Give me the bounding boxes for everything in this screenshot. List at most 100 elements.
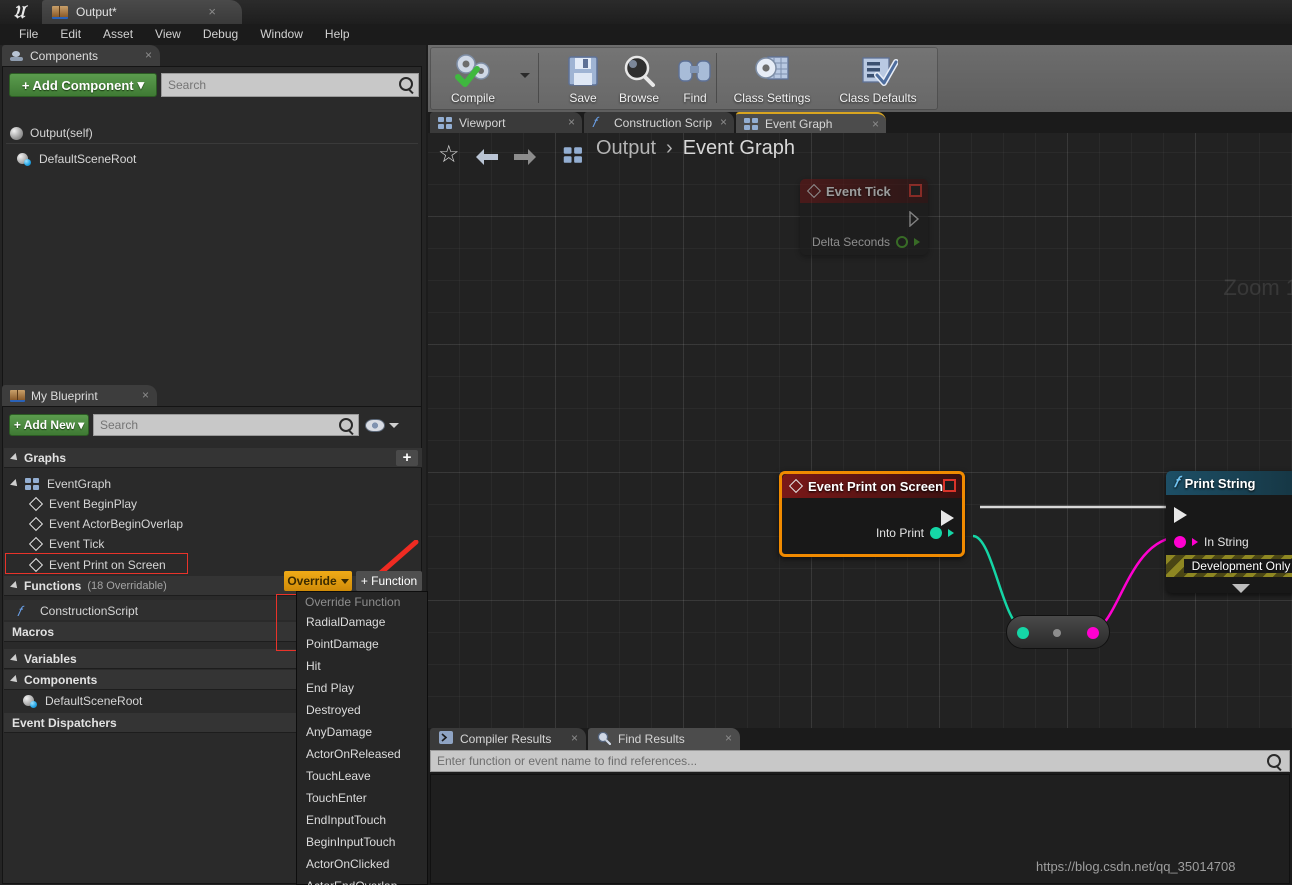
divider [716,53,717,103]
tree-item-event-tick[interactable]: Event Tick [30,537,104,551]
breadcrumb-root[interactable]: Output [596,137,656,160]
search-icon [399,77,413,91]
pin-into-print[interactable]: Into Print [876,526,954,540]
add-new-button[interactable]: + Add New ▾ [9,414,89,436]
tree-item-event-actorbeginoverlap[interactable]: Event ActorBeginOverlap [30,517,183,531]
conversion-output-pin[interactable] [1087,627,1099,639]
class-defaults-button[interactable]: Class Defaults [826,49,930,107]
menu-item-asset[interactable]: Asset [92,24,144,45]
components-search-input[interactable]: Search [161,73,419,97]
menu-item-debug[interactable]: Debug [192,24,249,45]
event-node-icon [808,185,820,197]
add-function-button[interactable]: + Function [356,571,422,591]
tab-event-graph[interactable]: Event Graph × [736,112,886,133]
override-function-dropdown[interactable]: Override Function RadialDamage PointDama… [296,591,428,885]
add-component-button[interactable]: + Add Component ▾ [9,73,157,97]
menu-item-hit[interactable]: Hit [297,655,427,677]
pin-in-string[interactable]: In String [1174,535,1249,549]
pin-label: Delta Seconds [811,235,890,249]
exec-in-pin[interactable] [1174,507,1187,523]
close-icon[interactable]: × [571,731,578,745]
chevron-down-icon[interactable] [520,73,530,78]
watermark-credit: https://blog.csdn.net/qq_35014708 [1036,859,1236,874]
components-panel-body: + Add Component ▾ Search Output(self) De… [2,66,422,421]
menu-item-edit[interactable]: Edit [49,24,92,45]
tab-compiler-results[interactable]: Compiler Results × [430,728,586,750]
close-icon[interactable]: × [142,388,149,402]
node-event-tick[interactable]: Event Tick Delta Seconds [800,179,928,255]
close-icon[interactable]: × [568,115,575,129]
event-node-icon [30,498,42,510]
pin-delta-seconds[interactable]: Delta Seconds [812,235,920,249]
add-graph-button[interactable]: + [396,450,418,466]
section-header-graphs[interactable]: Graphs + [4,448,422,468]
tab-components[interactable]: Components × [2,45,160,66]
wildcard-pin-icon [930,527,942,539]
find-references-input[interactable]: Enter function or event name to find ref… [430,750,1290,772]
menu-item-actoronreleased[interactable]: ActorOnReleased [297,743,427,765]
event-delegate-pin[interactable] [909,184,922,197]
search-icon[interactable] [1267,754,1281,768]
menu-item-destroyed[interactable]: Destroyed [297,699,427,721]
exec-out-pin[interactable] [909,210,920,228]
tree-item-eventgraph[interactable]: EventGraph [10,477,111,491]
bookmark-star-icon[interactable]: ☆ [438,143,460,167]
component-item-defaultsceneroot[interactable]: DefaultSceneRoot [17,152,136,166]
menu-item-actorendoverlap[interactable]: ActorEndOverlap [297,875,427,885]
back-arrow-icon[interactable] [474,147,500,167]
menu-item-file[interactable]: File [8,24,49,45]
menu-item-touchleave[interactable]: TouchLeave [297,765,427,787]
close-icon[interactable]: × [872,117,879,131]
component-item-output-self[interactable]: Output(self) [10,126,93,140]
node-event-print-on-screen[interactable]: Event Print on Screen Into Print [779,471,965,557]
forward-arrow-icon[interactable] [512,147,538,167]
tab-viewport[interactable]: Viewport × [430,112,582,133]
pin-label: In String [1204,535,1249,549]
tab-construction-script[interactable]: 𝑓 Construction Scrip × [584,112,734,133]
close-icon[interactable]: × [725,731,732,745]
tree-item-event-beginplay[interactable]: Event BeginPlay [30,497,137,511]
close-icon[interactable]: × [720,115,727,129]
conversion-input-pin[interactable] [1017,627,1029,639]
section-graphs-label: Graphs [24,450,67,465]
my-blueprint-search-input[interactable]: Search [93,414,359,436]
node-conversion[interactable] [1006,615,1110,649]
document-tab-output[interactable]: Output* × [42,0,242,24]
event-graph-canvas[interactable]: BLUEPRINT Zoom 1 Event Tick Delt [428,133,1292,728]
tab-find-results[interactable]: Find Results × [588,728,740,750]
event-delegate-pin[interactable] [943,479,956,492]
menu-item-begininputtouch[interactable]: BeginInputTouch [297,831,427,853]
menu-item-radialdamage[interactable]: RadialDamage [297,611,427,633]
menu-item-end-play[interactable]: End Play [297,677,427,699]
menu-item-endinputtouch[interactable]: EndInputTouch [297,809,427,831]
viewport-icon [438,116,453,129]
expander-icon [10,452,20,463]
menu-item-anydamage[interactable]: AnyDamage [297,721,427,743]
menu-item-actoronclicked[interactable]: ActorOnClicked [297,853,427,875]
search-icon [597,731,612,748]
pin-arrow-icon [914,238,920,246]
compile-button[interactable]: Compile [432,49,514,107]
exec-out-pin[interactable] [941,510,954,526]
menu-item-touchenter[interactable]: TouchEnter [297,787,427,809]
tab-my-blueprint[interactable]: My Blueprint × [2,385,157,406]
tree-item-defaultsceneroot[interactable]: DefaultSceneRoot [23,694,142,708]
override-button[interactable]: Override [284,571,352,591]
tab-viewport-label: Viewport [459,115,506,130]
tree-item-constructionscript[interactable]: 𝑓 ConstructionScript [17,604,138,620]
tab-find-results-label: Find Results [618,732,685,746]
node-print-string[interactable]: 𝑓 Print String In String Development Onl… [1166,471,1292,593]
menu-item-help[interactable]: Help [314,24,361,45]
section-functions-count: (18 Overridable) [87,579,167,592]
class-settings-button[interactable]: Class Settings [720,49,824,107]
menu-item-view[interactable]: View [144,24,192,45]
visibility-filter-button[interactable] [365,416,409,434]
menu-item-window[interactable]: Window [249,24,314,45]
scene-root-icon [23,694,38,708]
expand-node-caret-icon[interactable] [1232,584,1250,593]
node-title: Print String [1184,475,1256,491]
tree-item-label: Event Tick [49,537,105,551]
menu-item-pointdamage[interactable]: PointDamage [297,633,427,655]
close-icon[interactable]: × [208,4,216,19]
close-icon[interactable]: × [145,48,152,62]
